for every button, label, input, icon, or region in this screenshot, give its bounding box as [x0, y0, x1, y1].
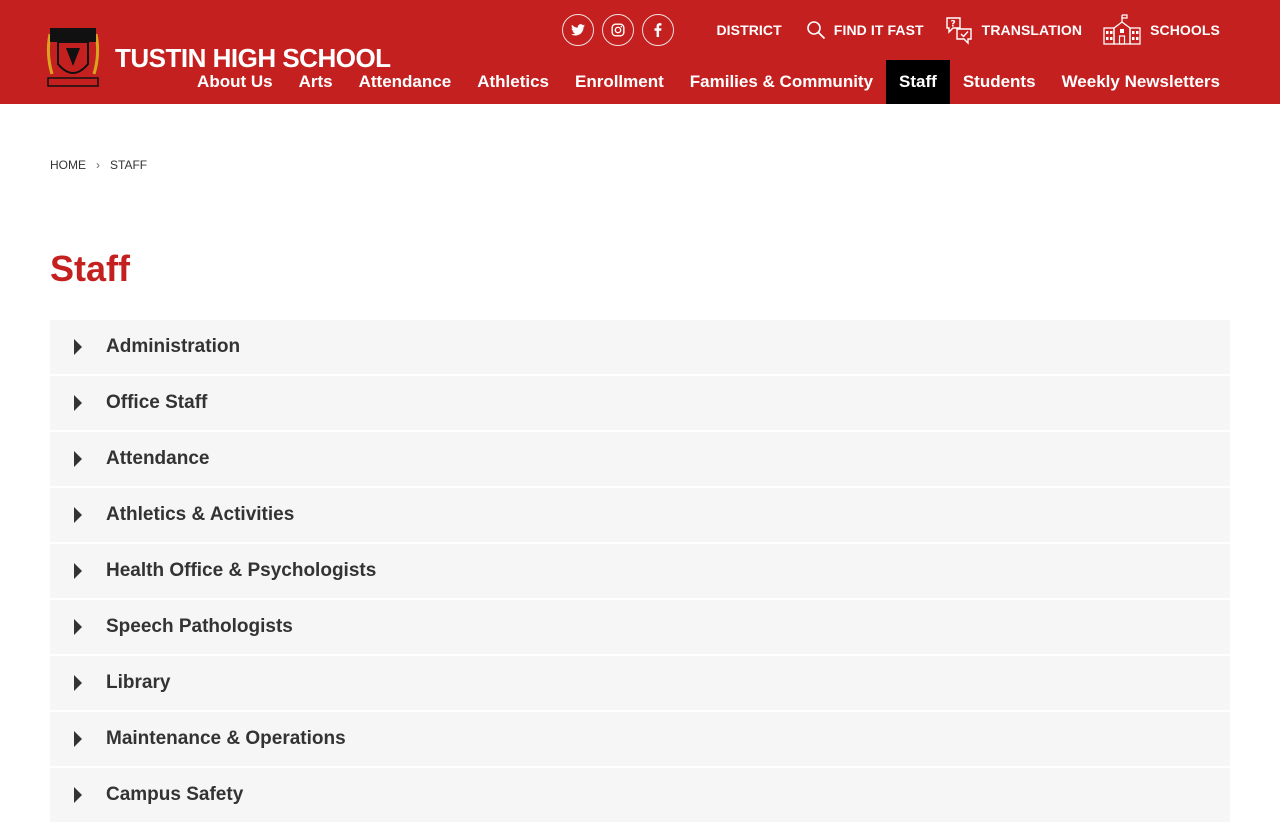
nav-item-staff[interactable]: Staff — [886, 60, 950, 104]
accordion-item-label: Athletics & Activities — [106, 504, 295, 525]
utility-bar: DISTRICT FIND IT FAST ? TRANSLATION SCHO… — [562, 14, 1220, 46]
school-building-icon — [1102, 14, 1142, 46]
school-crest-logo[interactable] — [44, 24, 102, 90]
caret-right-icon — [74, 507, 82, 523]
schools-link[interactable]: SCHOOLS — [1102, 14, 1220, 46]
accordion-item-attendance[interactable]: Attendance — [50, 432, 1230, 486]
search-icon — [806, 20, 826, 40]
caret-right-icon — [74, 619, 82, 635]
accordion-item-label: Attendance — [106, 448, 210, 469]
nav-item-enrollment[interactable]: Enrollment — [562, 60, 677, 104]
caret-right-icon — [74, 451, 82, 467]
accordion-item-administration[interactable]: Administration — [50, 320, 1230, 374]
instagram-icon[interactable] — [602, 14, 635, 46]
accordion-item-label: Maintenance & Operations — [106, 728, 346, 749]
accordion-item-athletics-activities[interactable]: Athletics & Activities — [50, 488, 1230, 542]
accordion-item-label: Campus Safety — [106, 784, 244, 805]
caret-right-icon — [74, 339, 82, 355]
accordion-item-library[interactable]: Library — [50, 656, 1230, 710]
district-label: DISTRICT — [716, 22, 782, 38]
accordion-item-campus-safety[interactable]: Campus Safety — [50, 768, 1230, 822]
nav-item-arts[interactable]: Arts — [286, 60, 346, 104]
accordion-item-label: Administration — [106, 336, 241, 357]
accordion-item-office-staff[interactable]: Office Staff — [50, 376, 1230, 430]
translation-label: TRANSLATION — [981, 22, 1083, 38]
social-links — [562, 14, 675, 46]
nav-item-families-community[interactable]: Families & Community — [677, 60, 886, 104]
staff-accordion: Administration Office Staff Attendance A… — [50, 320, 1230, 824]
accordion-item-health-office-psychologists[interactable]: Health Office & Psychologists — [50, 544, 1230, 598]
page-title: Staff — [50, 248, 130, 289]
accordion-item-speech-pathologists[interactable]: Speech Pathologists — [50, 600, 1230, 654]
caret-right-icon — [74, 395, 82, 411]
caret-right-icon — [74, 563, 82, 579]
breadcrumb: HOME › STAFF — [50, 158, 147, 172]
translation-chat-icon: ? — [944, 15, 974, 45]
find-it-fast-label: FIND IT FAST — [833, 22, 924, 38]
site-header: TUSTIN HIGH SCHOOL DISTRICT FIND IT FAST… — [0, 0, 1280, 104]
main-navigation: About Us Arts Attendance Athletics Enrol… — [184, 60, 1233, 104]
caret-right-icon — [74, 731, 82, 747]
district-link[interactable]: DISTRICT — [716, 22, 781, 38]
nav-item-students[interactable]: Students — [950, 60, 1049, 104]
facebook-icon[interactable] — [642, 14, 675, 46]
accordion-item-label: Speech Pathologists — [106, 616, 293, 637]
find-it-fast-link[interactable]: FIND IT FAST — [806, 20, 924, 40]
accordion-item-label: Health Office & Psychologists — [106, 560, 377, 581]
breadcrumb-current: STAFF — [110, 158, 148, 172]
nav-item-weekly-newsletters[interactable]: Weekly Newsletters — [1049, 60, 1233, 104]
nav-item-attendance[interactable]: Attendance — [346, 60, 465, 104]
accordion-item-label: Library — [106, 672, 171, 693]
translation-link[interactable]: ? TRANSLATION — [944, 15, 1082, 45]
caret-right-icon — [74, 787, 82, 803]
breadcrumb-home-link[interactable]: HOME — [50, 158, 86, 172]
nav-item-about-us[interactable]: About Us — [184, 60, 286, 104]
svg-text:?: ? — [950, 20, 955, 30]
accordion-item-maintenance-operations[interactable]: Maintenance & Operations — [50, 712, 1230, 766]
schools-label: SCHOOLS — [1150, 22, 1220, 38]
twitter-icon[interactable] — [562, 14, 595, 46]
caret-right-icon — [74, 675, 82, 691]
nav-item-athletics[interactable]: Athletics — [464, 60, 562, 104]
chevron-right-icon: › — [96, 158, 100, 172]
accordion-item-label: Office Staff — [106, 392, 208, 413]
